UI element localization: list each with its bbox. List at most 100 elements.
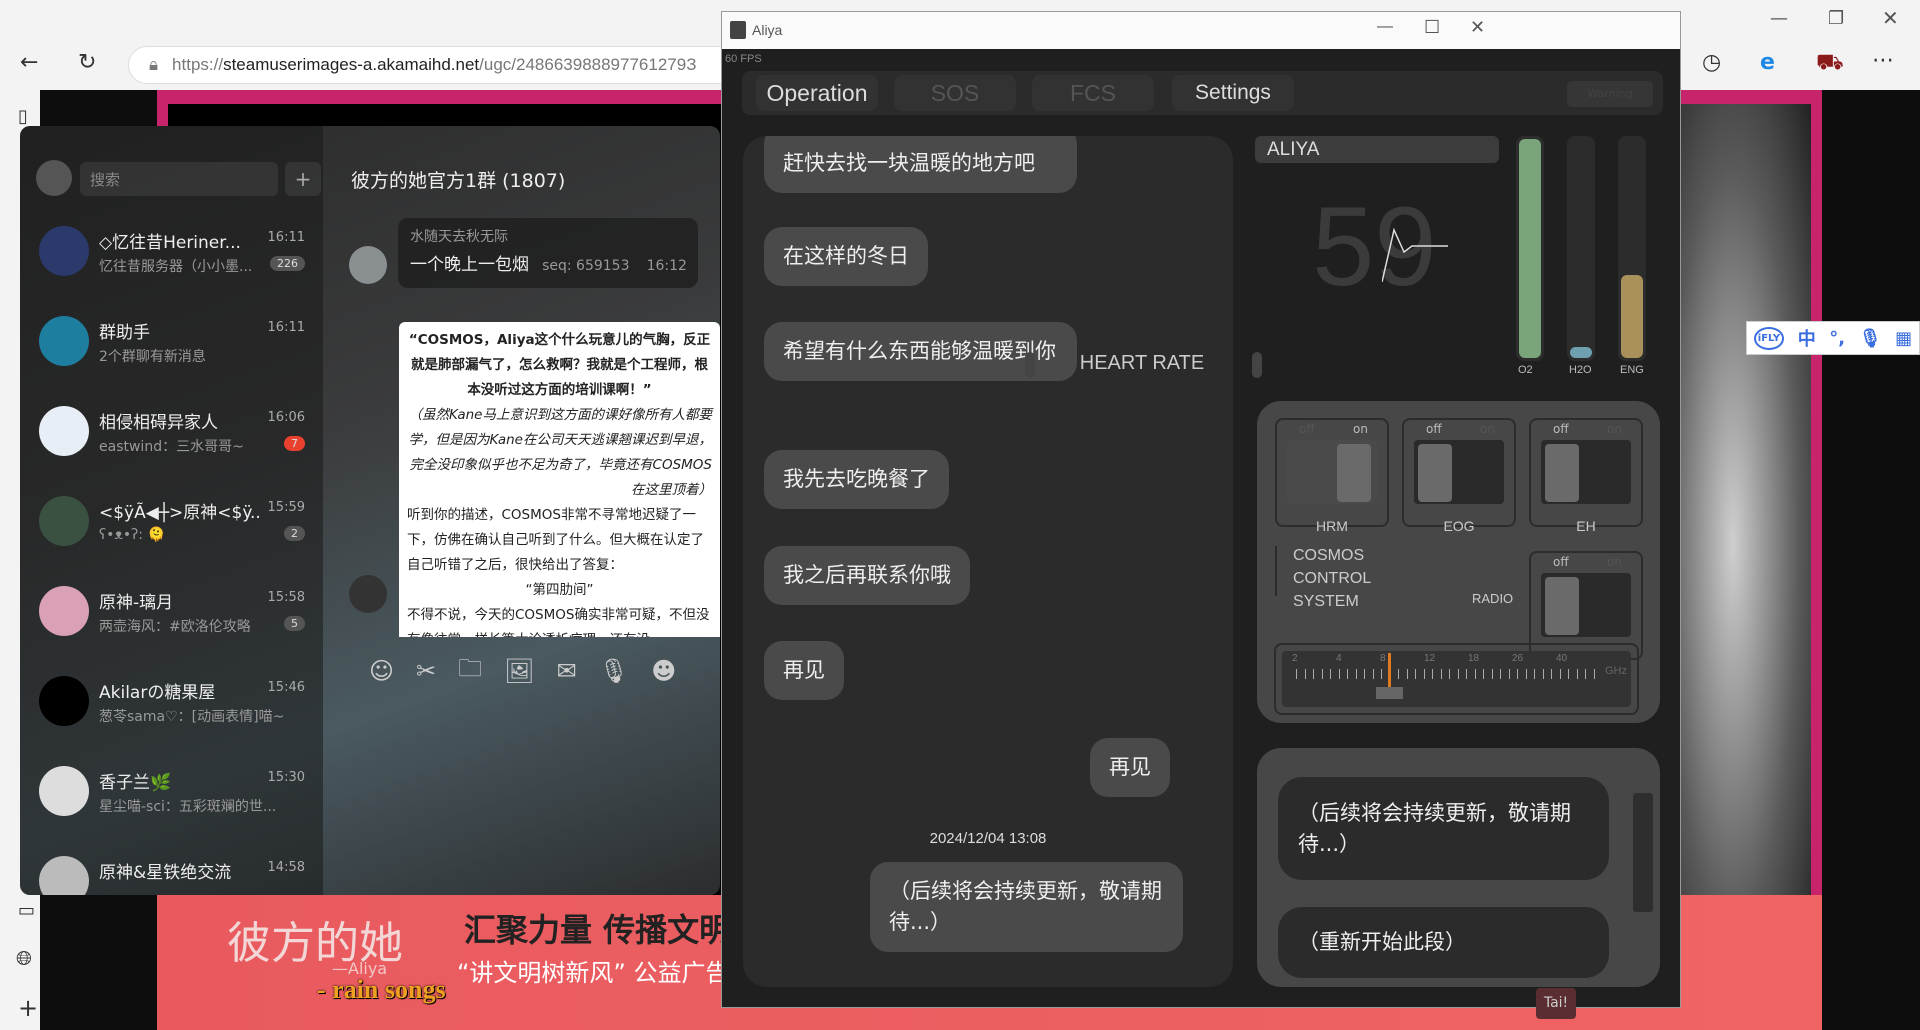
gauge-h2o (1567, 136, 1595, 361)
toggle-hrm[interactable]: off on HRM (1275, 418, 1389, 534)
warning-button[interactable]: Warning (1567, 81, 1653, 107)
frequency-tick-label: 4 (1336, 653, 1342, 664)
message-bubble: （后续将会持续更新，敬请期待...） (870, 862, 1183, 952)
frequency-tick (1296, 669, 1297, 679)
tooltip: Tai! (1536, 988, 1576, 1019)
frequency-tick (1517, 669, 1518, 679)
history-icon[interactable]: ◷ (1702, 50, 1721, 75)
avatar[interactable] (349, 575, 387, 613)
search-input[interactable]: 搜索 (80, 162, 278, 196)
minimize-icon[interactable]: — (1770, 8, 1788, 29)
mic-icon[interactable]: 🎙︎ (599, 657, 629, 685)
ifly-logo-icon[interactable]: iFLY (1753, 326, 1785, 350)
scrollbar[interactable] (1633, 793, 1653, 912)
message-bubble: 我之后再联系你哦 (764, 546, 970, 605)
gauge-fill (1570, 347, 1592, 358)
switch-knob[interactable] (1337, 444, 1371, 502)
gauge-o2 (1516, 136, 1544, 361)
lock-icon: 🔒︎ (149, 55, 159, 74)
close-icon[interactable]: ✕ (1470, 17, 1485, 38)
background-image (1681, 104, 1811, 984)
back-icon[interactable]: ← (20, 50, 38, 75)
tab-icon[interactable]: ▯ (18, 106, 28, 127)
mic-icon[interactable]: 🎙︎ (1859, 328, 1882, 349)
conversation-item[interactable]: 原神-璃月 两壶海风：#欧洛伦攻略 15:58 5 (20, 566, 323, 656)
frequency-tick (1372, 669, 1374, 679)
tab-sos[interactable]: SOS (894, 75, 1016, 111)
ie-mode-icon[interactable]: e (1760, 50, 1775, 75)
options-panel: （后续将会持续更新，敬请期待...） （重新开始此段） (1257, 748, 1660, 987)
switch-knob[interactable] (1418, 444, 1452, 502)
control-panel: off on HRM off on EOG off on EH off on COSM… (1257, 401, 1660, 723)
conversation-item[interactable]: ◇忆往昔Heriner... 忆往昔服务器（小小墨... 16:11 226 (20, 206, 323, 296)
qq-window: 搜索 + ◇忆往昔Heriner... 忆往昔服务器（小小墨... 16:11 2… (20, 126, 720, 895)
folder-icon[interactable]: 🗀 (458, 651, 482, 692)
frequency-tick (1321, 669, 1323, 679)
smile-icon[interactable]: ☻ (651, 657, 676, 685)
frequency-tick (1338, 669, 1340, 679)
avatar (39, 676, 89, 726)
frequency-tick (1534, 669, 1535, 679)
apps-icon[interactable]: ▦ (1895, 328, 1912, 349)
gauge-fill (1519, 139, 1541, 358)
switch-knob[interactable] (1545, 577, 1579, 635)
maximize-icon[interactable]: ☐ (1424, 17, 1440, 38)
toggle-eog[interactable]: off on EOG (1402, 418, 1516, 534)
conversation-item[interactable]: 相侵相碍异家人 eastwind：三水哥哥~ 16:06 7 (20, 386, 323, 476)
app-icon (730, 21, 746, 39)
conversation-item[interactable]: 原神&星铁绝交流 ... 14:58 (20, 836, 323, 895)
message-bubble: 在这样的冬日 (764, 227, 928, 286)
chat-toolbar: ☺ ✂ 🗀 🖼︎ ✉ 🎙︎ ☻ (343, 646, 720, 696)
scissors-icon[interactable]: ✂ (416, 657, 436, 685)
frequency-tick (1330, 669, 1331, 679)
option-button[interactable]: （重新开始此段） (1278, 907, 1609, 978)
avatar (39, 586, 89, 636)
avatar[interactable] (349, 246, 387, 284)
message-bubble: 再见 (1090, 738, 1170, 797)
indicator-right (1252, 352, 1262, 378)
frequency-tick (1576, 669, 1578, 679)
conversation-item[interactable]: 群助手 2个群聊有新消息 16:11 (20, 296, 323, 386)
tab-settings[interactable]: Settings (1172, 75, 1294, 111)
emoji-icon[interactable]: ☺ (369, 657, 394, 685)
patient-name: ALIYA (1255, 136, 1499, 163)
refresh-icon[interactable]: ↻ (78, 50, 96, 75)
frequency-tick (1415, 669, 1416, 679)
tab-bar: Operation SOS FCS Settings Warning (742, 71, 1663, 115)
close-icon[interactable]: ✕ (1882, 6, 1899, 30)
frequency-tick (1313, 669, 1314, 679)
unread-badge: 226 (270, 256, 305, 271)
globe-icon[interactable]: 🌐︎ (16, 946, 32, 970)
tab-icon[interactable]: ▭ (18, 900, 35, 921)
new-tab-icon[interactable]: + (18, 994, 38, 1022)
frequency-tick (1491, 669, 1493, 679)
tab-fcs[interactable]: FCS (1032, 75, 1154, 111)
message-bubble: 赶快去找一块温暖的地方吧 (764, 136, 1077, 193)
frequency-tick-label: 8 (1380, 653, 1386, 664)
aliya-window: Aliya — ☐ ✕ 60 FPS Operation SOS FCS Set… (721, 11, 1681, 1019)
punctuation-icon[interactable]: °, (1829, 328, 1845, 349)
envelope-icon[interactable]: ✉ (557, 657, 577, 685)
add-button[interactable]: + (285, 162, 321, 196)
image-icon[interactable]: 🖼︎ (504, 657, 534, 685)
option-button[interactable]: （后续将会持续更新，敬请期待...） (1278, 777, 1609, 880)
frequency-tick (1398, 669, 1399, 679)
more-icon[interactable]: ⋯ (1872, 48, 1894, 73)
minimize-icon[interactable]: — (1377, 18, 1393, 36)
restore-icon[interactable]: ❐ (1828, 8, 1844, 29)
conversation-item[interactable]: 香子兰🌿 星尘喵-sci：五彩斑斓的世... 15:30 (20, 746, 323, 836)
tab-operation[interactable]: Operation (756, 75, 878, 111)
toggle-eh[interactable]: off on EH (1529, 418, 1643, 534)
switch-knob[interactable] (1545, 444, 1579, 502)
frequency-handle[interactable] (1376, 687, 1403, 699)
address-bar[interactable]: 🔒︎ https://steamuserimages-a.akamaihd.net… (128, 46, 728, 84)
ime-mode-button[interactable]: 中 (1798, 325, 1816, 351)
frequency-slider[interactable]: 2 4 8 12 18 26 40 GHz (1274, 643, 1639, 715)
avatar[interactable] (36, 160, 72, 196)
frequency-needle (1388, 653, 1391, 687)
conversation-item[interactable]: <$ÿÃ◀┼>原神<$ÿ... ʕ•ᴥ•ʔ: 🫠 15:59 2 (20, 476, 323, 566)
message-bubble: 我先去吃晚餐了 (764, 450, 949, 509)
avatar (39, 406, 89, 456)
extension-icon[interactable]: ⛟ (1816, 50, 1844, 78)
conversation-item[interactable]: Akilarの糖果屋 葱苓sama♡：[动画表情]喵~ 15:46 (20, 656, 323, 746)
